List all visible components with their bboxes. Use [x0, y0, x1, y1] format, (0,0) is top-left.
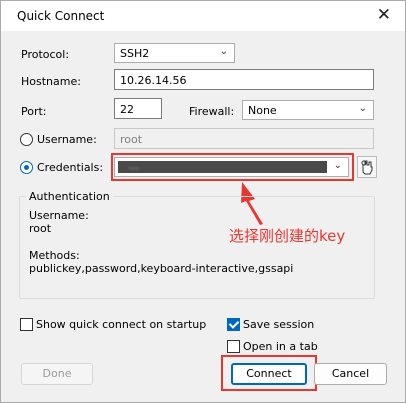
- save-session-label: Save session: [243, 318, 315, 331]
- firewall-value: None: [248, 104, 277, 117]
- open-in-tab-checkbox[interactable]: [227, 340, 240, 353]
- hand-key-icon: [361, 160, 373, 175]
- cancel-button[interactable]: Cancel: [314, 363, 387, 385]
- authentication-title: Authentication: [26, 190, 113, 203]
- open-in-tab-label: Open in a tab: [243, 340, 318, 353]
- protocol-value: SSH2: [120, 47, 150, 60]
- manage-credentials-button[interactable]: [357, 156, 377, 178]
- credentials-label: Credentials:: [37, 161, 104, 174]
- firewall-label: Firewall:: [189, 105, 235, 118]
- highlight-box-connect: [221, 355, 317, 391]
- protocol-select[interactable]: SSH2 ⌄: [114, 43, 235, 63]
- show-quick-connect-label: Show quick connect on startup: [36, 318, 207, 331]
- auth-username-label: Username:: [29, 209, 89, 222]
- username-label: Username:: [37, 133, 97, 146]
- highlight-box-credentials: [111, 153, 354, 181]
- protocol-label: Protocol:: [21, 48, 70, 61]
- auth-methods-label: Methods:: [29, 249, 80, 262]
- hostname-label: Hostname:: [21, 75, 81, 88]
- port-label: Port:: [21, 105, 47, 118]
- show-quick-connect-checkbox[interactable]: [20, 318, 33, 331]
- done-button[interactable]: Done: [21, 363, 93, 385]
- chevron-down-icon: ⌄: [219, 46, 228, 57]
- title-bar: Quick Connect ✕: [1, 1, 405, 31]
- firewall-select[interactable]: None ⌄: [242, 100, 374, 120]
- auth-username-value: root: [29, 222, 52, 235]
- save-session-checkbox[interactable]: [227, 318, 240, 331]
- credentials-radio[interactable]: [20, 161, 33, 174]
- close-icon[interactable]: ✕: [377, 5, 391, 25]
- quick-connect-dialog: Quick Connect ✕ Protocol: SSH2 ⌄ Hostnam…: [0, 0, 406, 403]
- hostname-input[interactable]: 10.26.14.56: [114, 69, 374, 90]
- auth-methods-value: publickey,password,keyboard-interactive,…: [29, 262, 294, 275]
- hostname-value: 10.26.14.56: [120, 74, 187, 87]
- chevron-down-icon: ⌄: [358, 103, 367, 114]
- username-value: root: [120, 133, 143, 146]
- username-radio[interactable]: [20, 133, 33, 146]
- username-input[interactable]: root: [114, 128, 374, 149]
- window-title: Quick Connect: [17, 9, 105, 23]
- port-value: 22: [120, 103, 134, 116]
- port-input[interactable]: 22: [114, 98, 162, 119]
